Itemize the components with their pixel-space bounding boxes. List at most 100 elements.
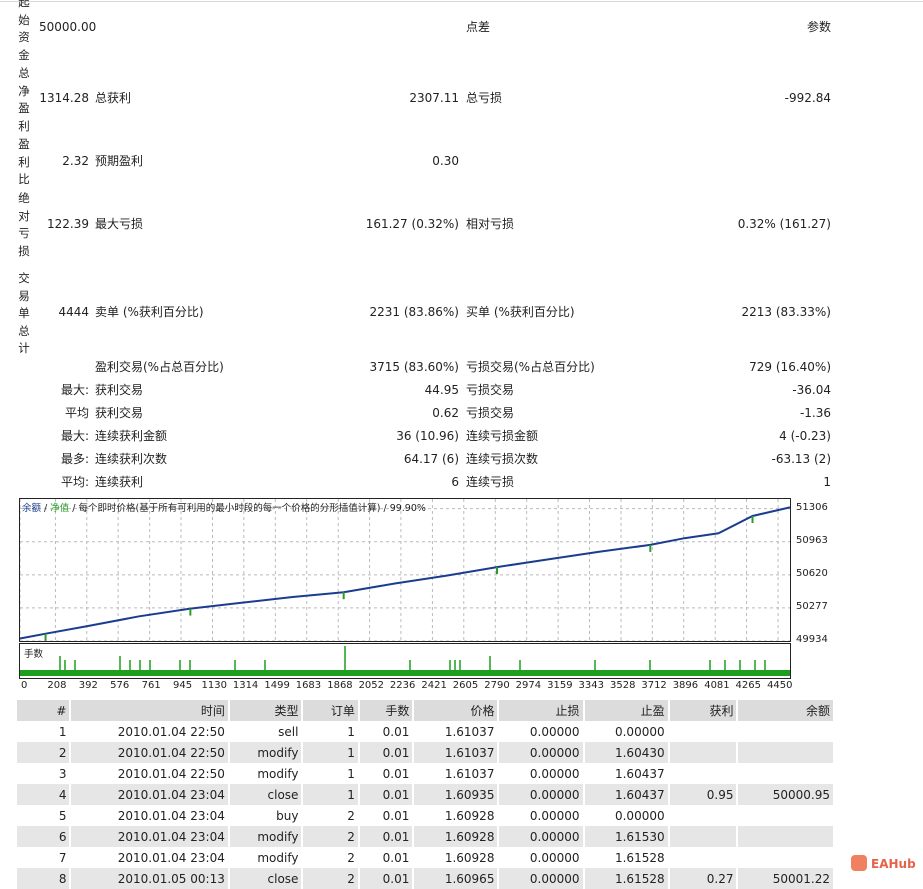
- table-row: 1 2010.01.04 22:50 sell 1 0.01 1.61037 0.00000…: [17, 721, 835, 742]
- max-consec-win-money-label: 连续获利金额: [95, 429, 168, 443]
- x-tick-label: 2790: [484, 680, 510, 691]
- x-tick-label: 761: [141, 680, 161, 691]
- initial-deposit-label: 起始资金: [18, 0, 30, 62]
- table-row: 8 2010.01.05 00:13 close 2 0.01 1.60965 0.0000…: [17, 868, 835, 889]
- x-tick-label: 3896: [672, 680, 699, 691]
- expected-payoff-label: 预期盈利: [95, 154, 144, 168]
- top-divider: [0, 1, 923, 2]
- table-cell: 0.00000: [499, 763, 585, 784]
- table-cell: 2010.01.04 23:04: [71, 805, 230, 826]
- table-cell: 0.01: [359, 784, 415, 805]
- initial-deposit-value: 50000.00: [39, 20, 97, 34]
- table-cell: 1: [303, 742, 360, 763]
- x-tick-label: 3712: [641, 680, 667, 691]
- y-tick-label: 50963: [796, 534, 828, 546]
- table-row: 2 2010.01.04 22:50 modify 1 0.01 1.61037 0.000…: [17, 742, 835, 763]
- x-tick-label: 3343: [578, 680, 604, 691]
- legend-balance: 余额: [22, 503, 42, 514]
- table-cell: 2: [303, 868, 360, 889]
- table-header-cell[interactable]: 止盈: [584, 700, 670, 721]
- table-header-cell[interactable]: 手数: [359, 700, 415, 721]
- gross-profit-label: 总获利: [95, 91, 132, 105]
- volume-svg: [20, 646, 790, 676]
- chart-legend: 余额 / 净值 / 每个即时价格(基于所有可利用的最小时段的每一个价格的分形插值…: [22, 503, 426, 514]
- max-drawdown-label: 最大亏损: [95, 217, 144, 231]
- legend-text: 每个即时价格(基于所有可利用的最小时段的每一个价格的分形插值计算): [78, 503, 381, 514]
- x-tick-label: 3528: [610, 680, 636, 691]
- table-cell: 1.60928: [414, 826, 500, 847]
- table-row: 4 2010.01.04 23:04 close 1 0.01 1.60935 0.0000…: [17, 784, 835, 805]
- table-row: 5 2010.01.04 23:04 buy 2 0.01 1.60928 0.00000 0…: [17, 805, 835, 826]
- table-cell: 2: [17, 742, 72, 763]
- table-cell: 1: [17, 721, 72, 742]
- table-cell: [670, 805, 739, 826]
- net-profit-value: 1314.28: [39, 91, 89, 105]
- table-cell: 1.61037: [414, 763, 500, 784]
- table-header-cell[interactable]: 价格: [414, 700, 500, 721]
- balance-chart-svg: [20, 499, 790, 641]
- rel-drawdown-value: 0.32% (161.27): [737, 217, 831, 231]
- table-cell: 2010.01.04 22:50: [71, 742, 230, 763]
- table-cell: 0.00000: [499, 826, 585, 847]
- avg-consec-loss-label: 连续亏损: [466, 475, 515, 489]
- most-prefix: 最多:: [60, 452, 89, 466]
- table-cell: 2010.01.04 22:50: [71, 721, 230, 742]
- table-cell: 0.01: [360, 805, 415, 826]
- volume-panel: 手数: [19, 643, 791, 679]
- table-header-cell[interactable]: 订单: [303, 700, 360, 721]
- short-positions-value: 2231 (83.86%): [369, 305, 459, 319]
- max-prefix: 最大:: [60, 429, 89, 443]
- x-tick-label: 4081: [704, 680, 730, 691]
- eahub-logo-icon: [851, 855, 867, 871]
- loss-trades-value: 729 (16.40%): [749, 360, 831, 374]
- x-tick-label: 4265: [735, 680, 761, 691]
- legend-quality: 99.90%: [389, 503, 426, 514]
- expected-payoff-value: 0.30: [432, 154, 459, 168]
- table-cell: 0.00000: [499, 805, 585, 826]
- legend-equity: 净值: [50, 503, 70, 514]
- x-tick-label: 2421: [421, 680, 447, 691]
- x-tick-label: 2052: [358, 680, 385, 691]
- table-header-cell[interactable]: 类型: [229, 700, 304, 721]
- table-cell: 1.61528: [584, 868, 670, 889]
- table-cell: 0.01: [359, 742, 415, 763]
- avg-consec-win-label: 连续获利: [95, 475, 144, 489]
- table-cell: close: [229, 784, 304, 805]
- table-cell: 0.00000: [499, 742, 585, 763]
- x-tick-label: 4450: [767, 680, 793, 691]
- profit-factor-value: 2.32: [62, 154, 89, 168]
- table-cell: [738, 826, 835, 847]
- avg-consec-loss-value: 1: [823, 475, 831, 489]
- most-consec-win-count-value: 64.17 (6): [403, 452, 459, 466]
- short-positions-label: 卖单 (%获利百分比): [95, 305, 204, 319]
- table-header-cell[interactable]: 获利: [669, 700, 739, 721]
- balance-chart: [19, 498, 791, 642]
- table-cell: 0.00000: [499, 847, 585, 868]
- table-cell: 2010.01.05 00:13: [71, 868, 230, 889]
- table-header-cell[interactable]: 时间: [71, 700, 230, 721]
- table-cell: 0.27: [669, 868, 739, 889]
- profit-trades-label: 盈利交易(%占总百分比): [95, 360, 224, 374]
- y-tick-label: 50620: [796, 567, 828, 579]
- table-header-cell[interactable]: 余额: [738, 700, 835, 721]
- table-header-cell[interactable]: 止损: [499, 700, 585, 721]
- gross-loss-value: -992.84: [784, 91, 831, 105]
- table-cell: 2: [303, 847, 360, 868]
- table-cell: [670, 847, 739, 868]
- x-tick-label: 0: [21, 680, 28, 691]
- largest-loss-value: -36.04: [792, 383, 831, 397]
- gross-profit-value: 2307.11: [409, 91, 459, 105]
- table-body: 1 2010.01.04 22:50 sell 1 0.01 1.61037 0.00000…: [17, 721, 835, 889]
- table-cell: 2010.01.04 23:04: [71, 784, 230, 805]
- balance-line: [20, 506, 790, 640]
- y-tick-label: 50277: [796, 600, 828, 612]
- table-cell: 1.60928: [414, 847, 500, 868]
- table-cell: 1.61530: [584, 826, 670, 847]
- table-cell: 2010.01.04 23:04: [71, 826, 230, 847]
- avg-consec-win-value: 6: [451, 475, 459, 489]
- table-header-cell[interactable]: #: [17, 700, 72, 721]
- table-cell: 1.60437: [585, 763, 670, 784]
- table-cell: buy: [230, 805, 304, 826]
- abs-drawdown-label: 绝对亏损: [18, 191, 30, 258]
- x-tick-label: 208: [47, 680, 67, 691]
